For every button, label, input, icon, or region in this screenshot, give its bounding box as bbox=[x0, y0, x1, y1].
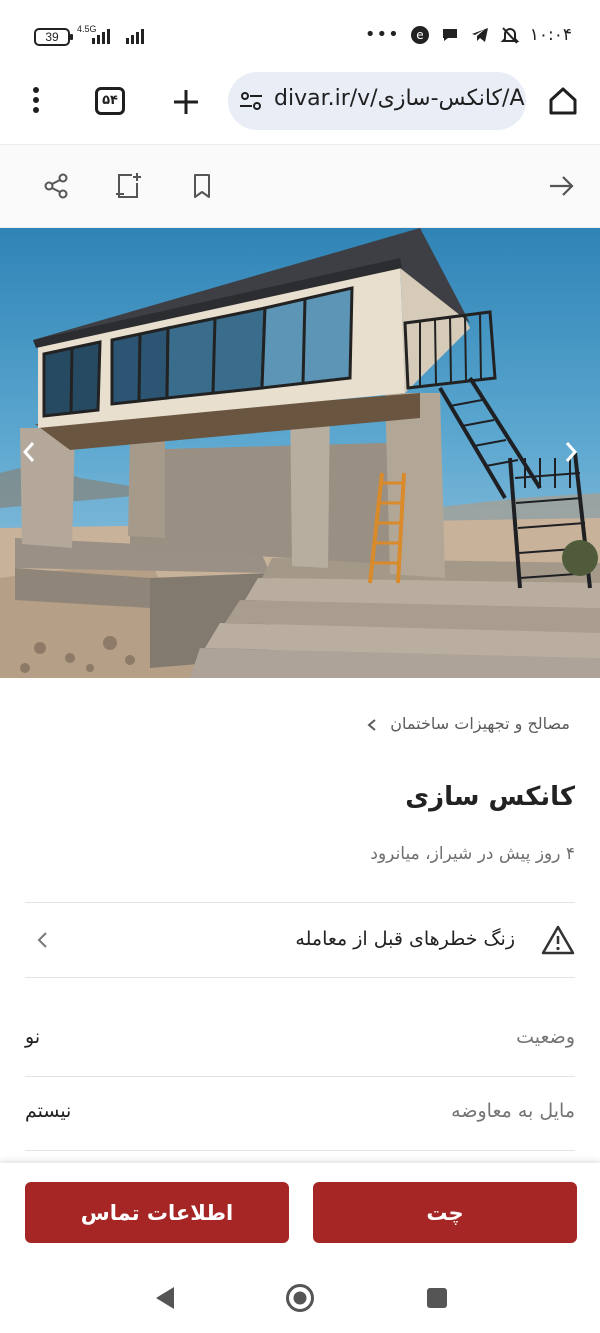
container-building-illustration bbox=[0, 228, 600, 678]
attribute-value: نیستم bbox=[25, 1100, 72, 1122]
address-bar[interactable]: divar.ir/v/کانکس-سازی/A bbox=[228, 72, 526, 130]
previous-photo-icon[interactable] bbox=[20, 440, 38, 464]
telegram-icon bbox=[470, 25, 490, 45]
home-icon[interactable] bbox=[546, 84, 580, 118]
contact-action-bar: چت اطلاعات تماس bbox=[0, 1163, 600, 1263]
share-icon[interactable] bbox=[41, 171, 71, 201]
listing-title: کانکس سازی bbox=[405, 782, 575, 812]
new-tab-icon[interactable] bbox=[168, 84, 204, 120]
listing-meta: ۴ روز پیش در شیراز، میانرود bbox=[370, 844, 575, 864]
home-button-icon[interactable] bbox=[285, 1283, 315, 1313]
chat-notification-icon bbox=[440, 25, 460, 45]
clock: ۱۰:۰۴ bbox=[529, 24, 572, 45]
site-settings-icon[interactable] bbox=[238, 88, 264, 114]
back-arrow-icon[interactable] bbox=[546, 171, 576, 201]
url-text[interactable]: divar.ir/v/کانکس-سازی/A bbox=[274, 86, 525, 111]
more-notifications-icon: ••• bbox=[364, 24, 400, 45]
attribute-row-condition: وضعیت نو bbox=[25, 1002, 575, 1076]
signal-icon bbox=[92, 28, 110, 44]
safety-tips-label[interactable]: زنگ خطرهای قبل از معامله bbox=[295, 928, 515, 950]
divider bbox=[25, 902, 575, 903]
listing-photo[interactable] bbox=[0, 228, 600, 678]
browser-menu-icon[interactable] bbox=[22, 82, 50, 118]
next-photo-icon[interactable] bbox=[562, 440, 580, 464]
browser-toolbar: ۵۴ divar.ir/v/کانکس-سازی/A bbox=[0, 72, 600, 144]
attribute-row-exchange: مایل به معاوضه نیستم bbox=[25, 1076, 575, 1150]
back-icon[interactable] bbox=[150, 1283, 180, 1313]
add-note-icon[interactable] bbox=[113, 171, 143, 201]
divider bbox=[25, 977, 575, 978]
attribute-label: وضعیت bbox=[516, 1026, 575, 1048]
attribute-value: نو bbox=[25, 1026, 41, 1048]
warning-icon bbox=[541, 924, 575, 956]
status-bar: 39 4.5G ••• e ۱۰:۰۴ bbox=[0, 0, 600, 72]
breadcrumb[interactable]: مصالح و تجهیزات ساختمان bbox=[366, 714, 570, 733]
tab-switcher-button[interactable]: ۵۴ bbox=[95, 87, 125, 115]
divider bbox=[25, 1150, 575, 1151]
bookmark-icon[interactable] bbox=[187, 171, 217, 201]
chevron-left-icon bbox=[35, 930, 49, 950]
contact-info-button[interactable]: اطلاعات تماس bbox=[25, 1182, 289, 1243]
attribute-label: مایل به معاوضه bbox=[451, 1100, 575, 1122]
breadcrumb-label[interactable]: مصالح و تجهیزات ساختمان bbox=[390, 714, 570, 733]
chevron-left-icon bbox=[366, 717, 378, 731]
svg-text:e: e bbox=[416, 28, 423, 42]
system-navigation-bar bbox=[0, 1263, 600, 1333]
listing-toolbar bbox=[0, 144, 600, 228]
chat-button[interactable]: چت bbox=[313, 1182, 577, 1243]
recents-icon[interactable] bbox=[422, 1283, 452, 1313]
app-notification-icon: e bbox=[410, 25, 430, 45]
muted-bell-icon bbox=[500, 25, 520, 45]
signal-icon bbox=[126, 28, 144, 44]
battery-indicator: 39 bbox=[34, 28, 73, 46]
safety-tips-row[interactable]: زنگ خطرهای قبل از معامله bbox=[25, 904, 575, 978]
